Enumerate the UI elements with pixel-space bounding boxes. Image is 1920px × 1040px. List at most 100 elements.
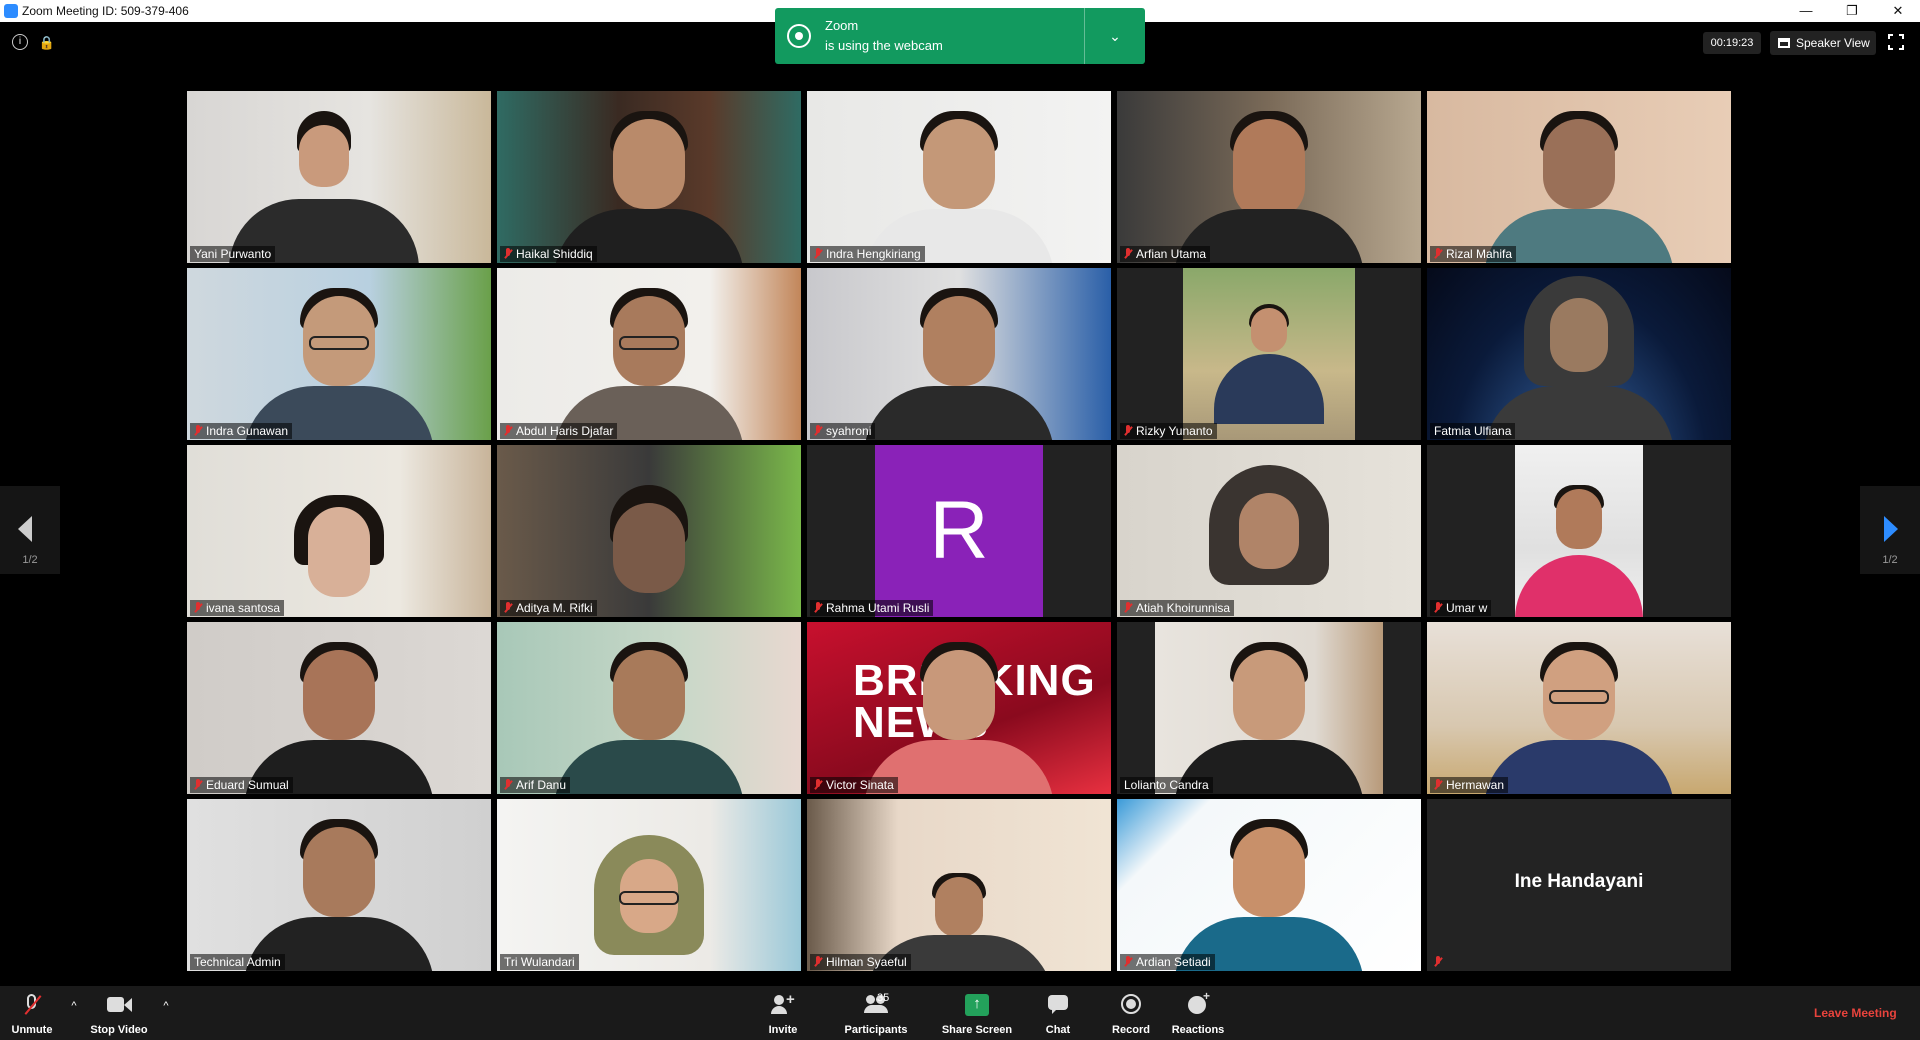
participant-tile[interactable]: Ine Handayani bbox=[1427, 799, 1731, 971]
video-figure-glasses bbox=[619, 336, 679, 350]
participant-tile[interactable]: Hilman Syaeful bbox=[807, 799, 1111, 971]
participant-tile[interactable]: Aditya M. Rifki bbox=[497, 445, 801, 617]
close-button[interactable]: ✕ bbox=[1875, 0, 1920, 22]
arrow-right-icon bbox=[1884, 516, 1898, 542]
page-indicator-left: 1/2 bbox=[22, 554, 38, 566]
leave-meeting-button[interactable]: Leave Meeting bbox=[1814, 1006, 1897, 1020]
muted-mic-icon bbox=[504, 248, 512, 259]
participant-tile[interactable]: Atiah Khoirunnisa bbox=[1117, 445, 1421, 617]
muted-mic-icon bbox=[194, 779, 202, 790]
participant-tile[interactable]: syahroni bbox=[807, 268, 1111, 440]
participant-name-label: Indra Gunawan bbox=[190, 423, 293, 439]
muted-mic-icon bbox=[1434, 779, 1442, 790]
video-figure-head bbox=[923, 119, 995, 209]
unmute-button[interactable]: Unmute bbox=[6, 986, 58, 1040]
record-button[interactable]: Record bbox=[1106, 986, 1156, 1040]
video-figure-head bbox=[613, 119, 685, 209]
reactions-smiley-icon bbox=[1186, 989, 1210, 1016]
muted-mic-icon bbox=[814, 425, 822, 436]
participant-tile[interactable]: Indra Gunawan bbox=[187, 268, 491, 440]
speaker-view-label: Speaker View bbox=[1796, 36, 1870, 50]
video-figure-glasses bbox=[619, 891, 679, 905]
muted-mic-icon bbox=[1434, 956, 1442, 967]
participant-count: 35 bbox=[877, 992, 890, 1004]
stop-video-button[interactable]: Stop Video bbox=[86, 986, 152, 1040]
page-indicator-right: 1/2 bbox=[1882, 554, 1898, 566]
notification-message: is using the webcam bbox=[825, 38, 943, 53]
meeting-toolbar: Unmute ^ Stop Video ^ Invite 35 Particip… bbox=[0, 986, 1920, 1040]
participant-tile[interactable]: Lolianto Candra bbox=[1117, 622, 1421, 794]
participant-name-label: Indra Hengkiriang bbox=[810, 246, 925, 262]
participant-tile[interactable]: BREAKING NEWS Victor Sinata bbox=[807, 622, 1111, 794]
invite-button[interactable]: Invite bbox=[758, 986, 808, 1040]
speaker-view-button[interactable]: Speaker View bbox=[1770, 31, 1876, 55]
video-options-caret-icon[interactable]: ^ bbox=[159, 1000, 173, 1014]
video-figure-glasses bbox=[1549, 690, 1609, 704]
video-figure-head bbox=[1550, 298, 1608, 372]
muted-mic-icon bbox=[504, 602, 512, 613]
participant-tile[interactable]: Arfian Utama bbox=[1117, 91, 1421, 263]
participant-name-label: Aditya M. Rifki bbox=[500, 600, 597, 616]
participant-name-label: Rahma Utami Rusli bbox=[810, 600, 934, 616]
muted-mic-icon bbox=[814, 248, 822, 259]
chat-icon bbox=[1046, 994, 1070, 1016]
previous-page-button[interactable]: 1/2 bbox=[0, 486, 60, 574]
muted-mic-icon bbox=[1124, 425, 1132, 436]
chevron-down-icon[interactable]: ⌄ bbox=[1085, 8, 1145, 64]
participant-name-label: Rizky Yunanto bbox=[1120, 423, 1217, 439]
share-screen-button[interactable]: Share Screen bbox=[936, 986, 1018, 1040]
restore-button[interactable]: ❐ bbox=[1829, 0, 1875, 22]
participant-name-label: Lolianto Candra bbox=[1120, 777, 1213, 793]
participant-name-label: Abdul Haris Djafar bbox=[500, 423, 618, 439]
participant-tile[interactable]: Haikal Shiddiq bbox=[497, 91, 801, 263]
participant-name-label: Umar w bbox=[1430, 600, 1492, 616]
muted-mic-icon bbox=[504, 425, 512, 436]
participant-name-label: Atiah Khoirunnisa bbox=[1120, 600, 1235, 616]
zoom-logo-icon bbox=[4, 4, 18, 18]
participant-name-label: Hermawan bbox=[1430, 777, 1509, 793]
participant-name-label: Rizal Mahifa bbox=[1430, 246, 1517, 262]
microphone-muted-icon bbox=[20, 994, 44, 1016]
muted-mic-icon bbox=[1124, 248, 1132, 259]
participant-tile[interactable]: Yani Purwanto bbox=[187, 91, 491, 263]
minimize-button[interactable]: — bbox=[1783, 0, 1829, 22]
lock-icon[interactable]: 🔒 bbox=[38, 34, 56, 52]
participant-tile[interactable]: R Rahma Utami Rusli bbox=[807, 445, 1111, 617]
audio-options-caret-icon[interactable]: ^ bbox=[67, 1000, 81, 1014]
participant-tile[interactable]: Indra Hengkiriang bbox=[807, 91, 1111, 263]
next-page-button[interactable]: 1/2 bbox=[1860, 486, 1920, 574]
avatar: R bbox=[875, 445, 1043, 617]
participant-tile[interactable]: Eduard Sumual bbox=[187, 622, 491, 794]
participant-tile[interactable]: Rizky Yunanto bbox=[1117, 268, 1421, 440]
info-icon[interactable]: i bbox=[12, 34, 28, 50]
participant-tile[interactable]: Hermawan bbox=[1427, 622, 1731, 794]
muted-mic-icon bbox=[1124, 956, 1132, 967]
participant-tile[interactable]: Rizal Mahifa bbox=[1427, 91, 1731, 263]
participant-name-label: Arif Danu bbox=[500, 777, 571, 793]
video-figure-head bbox=[1233, 119, 1305, 219]
video-figure-head bbox=[613, 503, 685, 593]
fullscreen-icon[interactable] bbox=[1888, 34, 1904, 50]
participant-tile[interactable]: Abdul Haris Djafar bbox=[497, 268, 801, 440]
participant-tile[interactable]: Ardian Setiadi bbox=[1117, 799, 1421, 971]
video-figure-head bbox=[1543, 119, 1615, 209]
participant-name-label: Victor Sinata bbox=[810, 777, 898, 793]
participant-tile[interactable]: Tri Wulandari bbox=[497, 799, 801, 971]
reactions-button[interactable]: Reactions bbox=[1168, 986, 1228, 1040]
video-figure-head bbox=[303, 650, 375, 740]
participant-tile[interactable]: Fatmia Ulfiana bbox=[1427, 268, 1731, 440]
participant-tile[interactable]: Arif Danu bbox=[497, 622, 801, 794]
participant-tile[interactable]: Technical Admin bbox=[187, 799, 491, 971]
participant-name-label: Arfian Utama bbox=[1120, 246, 1211, 262]
chat-button[interactable]: Chat bbox=[1034, 986, 1082, 1040]
webcam-notification[interactable]: Zoom is using the webcam ⌄ bbox=[775, 8, 1145, 64]
participant-name-label: Haikal Shiddiq bbox=[500, 246, 597, 262]
video-figure-head bbox=[1233, 650, 1305, 740]
video-figure-head bbox=[308, 507, 370, 597]
participant-tile[interactable]: Umar w bbox=[1427, 445, 1731, 617]
participant-name-label bbox=[1430, 954, 1450, 970]
participant-tile[interactable]: ivana santosa bbox=[187, 445, 491, 617]
participants-button[interactable]: 35 Participants bbox=[838, 986, 914, 1040]
muted-mic-icon bbox=[814, 602, 822, 613]
muted-mic-icon bbox=[194, 602, 202, 613]
